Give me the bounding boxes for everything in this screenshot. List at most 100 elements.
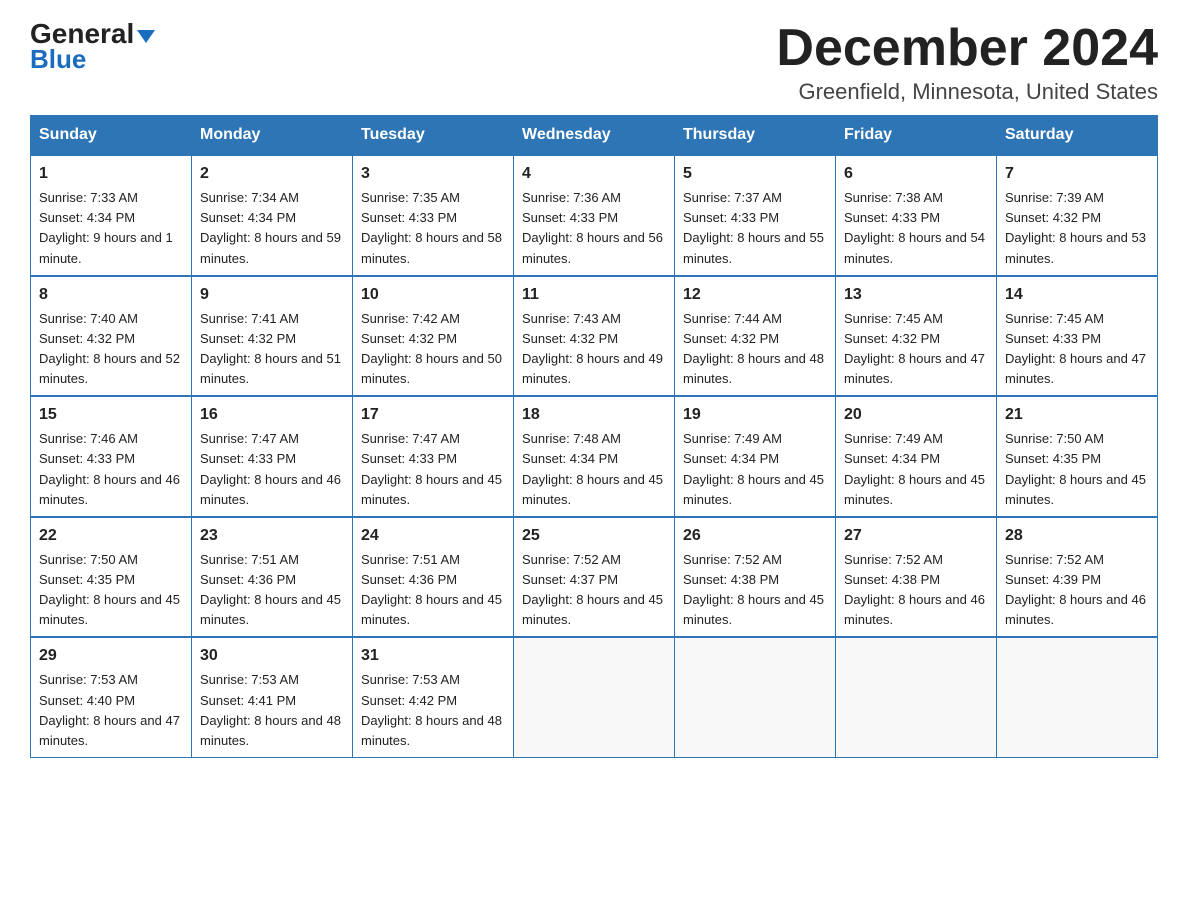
calendar-day-cell: 14Sunrise: 7:45 AMSunset: 4:33 PMDayligh…	[997, 276, 1158, 397]
header-thursday: Thursday	[675, 116, 836, 156]
day-info: Sunrise: 7:52 AMSunset: 4:39 PMDaylight:…	[1005, 550, 1149, 631]
day-number: 6	[844, 162, 988, 186]
calendar-day-cell: 17Sunrise: 7:47 AMSunset: 4:33 PMDayligh…	[353, 396, 514, 517]
day-number: 28	[1005, 524, 1149, 548]
day-info: Sunrise: 7:49 AMSunset: 4:34 PMDaylight:…	[683, 429, 827, 510]
header-wednesday: Wednesday	[514, 116, 675, 156]
day-number: 8	[39, 283, 183, 307]
calendar-header-row: Sunday Monday Tuesday Wednesday Thursday…	[31, 116, 1158, 156]
day-number: 9	[200, 283, 344, 307]
day-number: 15	[39, 403, 183, 427]
header-monday: Monday	[192, 116, 353, 156]
calendar-day-cell: 7Sunrise: 7:39 AMSunset: 4:32 PMDaylight…	[997, 155, 1158, 276]
calendar-week-row: 8Sunrise: 7:40 AMSunset: 4:32 PMDaylight…	[31, 276, 1158, 397]
day-info: Sunrise: 7:39 AMSunset: 4:32 PMDaylight:…	[1005, 188, 1149, 269]
day-info: Sunrise: 7:53 AMSunset: 4:41 PMDaylight:…	[200, 670, 344, 751]
day-info: Sunrise: 7:49 AMSunset: 4:34 PMDaylight:…	[844, 429, 988, 510]
calendar-day-cell	[836, 637, 997, 757]
day-number: 20	[844, 403, 988, 427]
calendar-day-cell: 31Sunrise: 7:53 AMSunset: 4:42 PMDayligh…	[353, 637, 514, 757]
day-info: Sunrise: 7:33 AMSunset: 4:34 PMDaylight:…	[39, 188, 183, 269]
calendar-day-cell: 12Sunrise: 7:44 AMSunset: 4:32 PMDayligh…	[675, 276, 836, 397]
day-number: 25	[522, 524, 666, 548]
day-number: 13	[844, 283, 988, 307]
calendar-day-cell: 20Sunrise: 7:49 AMSunset: 4:34 PMDayligh…	[836, 396, 997, 517]
calendar-week-row: 29Sunrise: 7:53 AMSunset: 4:40 PMDayligh…	[31, 637, 1158, 757]
header-tuesday: Tuesday	[353, 116, 514, 156]
day-number: 11	[522, 283, 666, 307]
day-info: Sunrise: 7:44 AMSunset: 4:32 PMDaylight:…	[683, 309, 827, 390]
day-number: 14	[1005, 283, 1149, 307]
calendar-day-cell: 6Sunrise: 7:38 AMSunset: 4:33 PMDaylight…	[836, 155, 997, 276]
day-info: Sunrise: 7:41 AMSunset: 4:32 PMDaylight:…	[200, 309, 344, 390]
calendar-day-cell: 16Sunrise: 7:47 AMSunset: 4:33 PMDayligh…	[192, 396, 353, 517]
title-area: December 2024 Greenfield, Minnesota, Uni…	[776, 20, 1158, 105]
day-info: Sunrise: 7:52 AMSunset: 4:37 PMDaylight:…	[522, 550, 666, 631]
calendar-day-cell: 30Sunrise: 7:53 AMSunset: 4:41 PMDayligh…	[192, 637, 353, 757]
day-number: 5	[683, 162, 827, 186]
day-info: Sunrise: 7:52 AMSunset: 4:38 PMDaylight:…	[683, 550, 827, 631]
day-info: Sunrise: 7:36 AMSunset: 4:33 PMDaylight:…	[522, 188, 666, 269]
day-number: 30	[200, 644, 344, 668]
calendar-day-cell: 19Sunrise: 7:49 AMSunset: 4:34 PMDayligh…	[675, 396, 836, 517]
header-saturday: Saturday	[997, 116, 1158, 156]
calendar-day-cell: 8Sunrise: 7:40 AMSunset: 4:32 PMDaylight…	[31, 276, 192, 397]
day-info: Sunrise: 7:45 AMSunset: 4:33 PMDaylight:…	[1005, 309, 1149, 390]
calendar-day-cell: 18Sunrise: 7:48 AMSunset: 4:34 PMDayligh…	[514, 396, 675, 517]
calendar-week-row: 1Sunrise: 7:33 AMSunset: 4:34 PMDaylight…	[31, 155, 1158, 276]
day-number: 18	[522, 403, 666, 427]
logo-triangle-icon	[137, 30, 155, 43]
logo-blue: Blue	[30, 44, 86, 75]
calendar-day-cell	[997, 637, 1158, 757]
calendar-day-cell	[675, 637, 836, 757]
calendar-day-cell: 15Sunrise: 7:46 AMSunset: 4:33 PMDayligh…	[31, 396, 192, 517]
calendar-week-row: 15Sunrise: 7:46 AMSunset: 4:33 PMDayligh…	[31, 396, 1158, 517]
calendar-day-cell: 29Sunrise: 7:53 AMSunset: 4:40 PMDayligh…	[31, 637, 192, 757]
day-number: 10	[361, 283, 505, 307]
day-number: 1	[39, 162, 183, 186]
calendar-day-cell: 11Sunrise: 7:43 AMSunset: 4:32 PMDayligh…	[514, 276, 675, 397]
calendar-day-cell: 24Sunrise: 7:51 AMSunset: 4:36 PMDayligh…	[353, 517, 514, 638]
calendar-day-cell: 3Sunrise: 7:35 AMSunset: 4:33 PMDaylight…	[353, 155, 514, 276]
day-info: Sunrise: 7:51 AMSunset: 4:36 PMDaylight:…	[200, 550, 344, 631]
day-number: 19	[683, 403, 827, 427]
calendar-day-cell: 5Sunrise: 7:37 AMSunset: 4:33 PMDaylight…	[675, 155, 836, 276]
day-info: Sunrise: 7:37 AMSunset: 4:33 PMDaylight:…	[683, 188, 827, 269]
location-subtitle: Greenfield, Minnesota, United States	[776, 79, 1158, 105]
calendar-day-cell: 23Sunrise: 7:51 AMSunset: 4:36 PMDayligh…	[192, 517, 353, 638]
calendar-day-cell	[514, 637, 675, 757]
day-info: Sunrise: 7:51 AMSunset: 4:36 PMDaylight:…	[361, 550, 505, 631]
logo: General Blue	[30, 20, 155, 75]
day-info: Sunrise: 7:50 AMSunset: 4:35 PMDaylight:…	[1005, 429, 1149, 510]
day-number: 7	[1005, 162, 1149, 186]
calendar-day-cell: 25Sunrise: 7:52 AMSunset: 4:37 PMDayligh…	[514, 517, 675, 638]
day-info: Sunrise: 7:53 AMSunset: 4:42 PMDaylight:…	[361, 670, 505, 751]
day-number: 23	[200, 524, 344, 548]
calendar-table: Sunday Monday Tuesday Wednesday Thursday…	[30, 115, 1158, 758]
calendar-day-cell: 21Sunrise: 7:50 AMSunset: 4:35 PMDayligh…	[997, 396, 1158, 517]
day-info: Sunrise: 7:46 AMSunset: 4:33 PMDaylight:…	[39, 429, 183, 510]
day-number: 24	[361, 524, 505, 548]
header-sunday: Sunday	[31, 116, 192, 156]
day-number: 31	[361, 644, 505, 668]
month-year-title: December 2024	[776, 20, 1158, 77]
calendar-day-cell: 1Sunrise: 7:33 AMSunset: 4:34 PMDaylight…	[31, 155, 192, 276]
day-info: Sunrise: 7:52 AMSunset: 4:38 PMDaylight:…	[844, 550, 988, 631]
day-number: 27	[844, 524, 988, 548]
day-info: Sunrise: 7:40 AMSunset: 4:32 PMDaylight:…	[39, 309, 183, 390]
day-number: 22	[39, 524, 183, 548]
header-friday: Friday	[836, 116, 997, 156]
day-number: 29	[39, 644, 183, 668]
calendar-day-cell: 9Sunrise: 7:41 AMSunset: 4:32 PMDaylight…	[192, 276, 353, 397]
day-info: Sunrise: 7:50 AMSunset: 4:35 PMDaylight:…	[39, 550, 183, 631]
day-info: Sunrise: 7:53 AMSunset: 4:40 PMDaylight:…	[39, 670, 183, 751]
day-number: 21	[1005, 403, 1149, 427]
day-number: 2	[200, 162, 344, 186]
calendar-day-cell: 2Sunrise: 7:34 AMSunset: 4:34 PMDaylight…	[192, 155, 353, 276]
day-number: 12	[683, 283, 827, 307]
day-info: Sunrise: 7:43 AMSunset: 4:32 PMDaylight:…	[522, 309, 666, 390]
day-info: Sunrise: 7:47 AMSunset: 4:33 PMDaylight:…	[200, 429, 344, 510]
day-info: Sunrise: 7:35 AMSunset: 4:33 PMDaylight:…	[361, 188, 505, 269]
day-number: 26	[683, 524, 827, 548]
calendar-day-cell: 28Sunrise: 7:52 AMSunset: 4:39 PMDayligh…	[997, 517, 1158, 638]
